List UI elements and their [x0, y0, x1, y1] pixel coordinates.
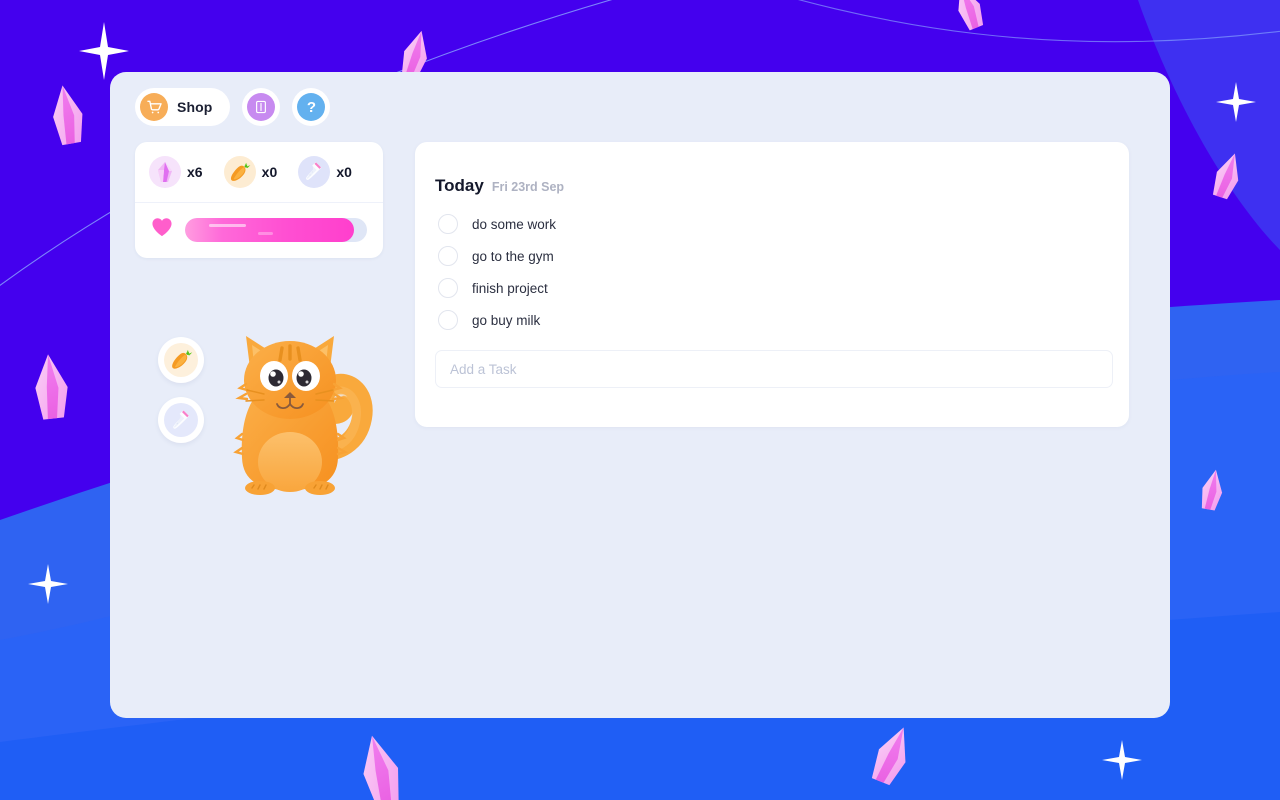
carrot-icon — [164, 343, 198, 377]
add-task-input[interactable] — [435, 350, 1113, 388]
task-list: do some work go to the gym finish projec… — [435, 208, 1107, 336]
carrot-icon — [223, 156, 256, 188]
task-row[interactable]: do some work — [435, 208, 1107, 240]
task-panel: Today Fri 23rd Sep do some work go to th… — [415, 142, 1129, 427]
task-checkbox[interactable] — [438, 310, 458, 330]
task-label: go to the gym — [472, 248, 554, 264]
milk-icon — [164, 403, 198, 437]
task-panel-header: Today Fri 23rd Sep — [435, 176, 1107, 196]
shop-button[interactable]: Shop — [135, 88, 231, 126]
page-title: Today — [435, 176, 484, 195]
inventory-count-carrot: x0 — [261, 164, 278, 180]
inventory-count-gem: x6 — [187, 164, 203, 180]
health-row — [135, 203, 383, 258]
inventory-item-carrot[interactable]: x0 — [223, 156, 297, 188]
task-checkbox[interactable] — [438, 278, 458, 298]
help-button[interactable]: ? — [292, 88, 331, 126]
pet-action-buttons — [158, 337, 204, 443]
question-mark-icon: ? — [297, 93, 326, 121]
health-bar-gloss-top — [208, 223, 246, 228]
task-label: finish project — [472, 280, 548, 296]
task-checkbox[interactable] — [438, 214, 458, 234]
task-label: go buy milk — [472, 312, 541, 328]
book-icon — [247, 93, 276, 121]
pet-cat[interactable] — [190, 322, 390, 512]
task-row[interactable]: go buy milk — [435, 304, 1107, 336]
inventory-item-gem[interactable]: x6 — [149, 156, 222, 188]
feed-carrot-button[interactable] — [158, 337, 204, 383]
feed-milk-button[interactable] — [158, 397, 204, 443]
task-row[interactable]: finish project — [435, 272, 1107, 304]
health-bar — [185, 217, 367, 242]
app-window: Shop ? x6 x0 x0 Today Fri 23rd Sep do so… — [110, 72, 1170, 718]
health-bar-fill — [185, 217, 355, 242]
shop-button-label: Shop — [177, 99, 213, 115]
gem-icon — [149, 156, 181, 188]
task-date: Fri 23rd Sep — [491, 180, 565, 194]
journal-button[interactable] — [242, 88, 281, 126]
task-label: do some work — [472, 216, 557, 232]
milk-icon — [298, 156, 331, 188]
inventory-card: x6 x0 x0 — [135, 142, 383, 258]
inventory-item-milk[interactable]: x0 — [298, 156, 371, 188]
heart-icon — [151, 217, 173, 242]
task-row[interactable]: go to the gym — [435, 240, 1107, 272]
inventory-items: x6 x0 x0 — [135, 142, 383, 202]
toolbar: Shop ? — [135, 88, 331, 126]
help-icon-label: ? — [306, 98, 316, 116]
shopping-cart-icon — [140, 93, 168, 121]
task-checkbox[interactable] — [438, 246, 458, 266]
inventory-count-milk: x0 — [336, 164, 352, 180]
health-bar-gloss-bottom — [257, 232, 273, 235]
